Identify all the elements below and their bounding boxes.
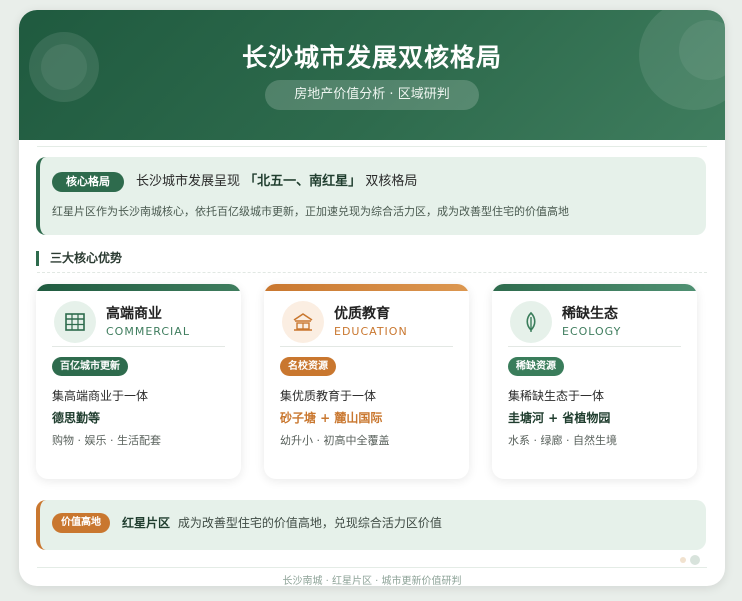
feature-detail: 水系 · 绿廊 · 自然生境 (508, 434, 617, 447)
feature-title: 稀缺生态 (562, 306, 618, 322)
core-tag: 核心格局 (52, 172, 124, 192)
feature-tag: 稀缺资源 (508, 357, 564, 376)
feature-detail: 购物 · 娱乐 · 生活配套 (52, 434, 161, 447)
school-icon (282, 301, 324, 343)
feature-line: 集高端商业于一体 (52, 389, 149, 403)
feature-card-commercial: 高端商业 COMMERCIAL 百亿城市更新 集高端商业于一体 德思勤等 购物 … (36, 284, 241, 479)
leaf-icon (510, 301, 552, 343)
feature-tag: 名校资源 (280, 357, 336, 376)
feature-subtitle: ECOLOGY (562, 325, 622, 338)
value-highlight-box: 价值高地 红星片区 成为改善型住宅的价值高地，兑现综合活力区价值 (36, 500, 706, 550)
value-statement: 红星片区 成为改善型住宅的价值高地，兑现综合活力区价值 (122, 513, 442, 533)
feature-card-education: 优质教育 EDUCATION 名校资源 集优质教育于一体 砂子塘 + 麓山国际 … (264, 284, 469, 479)
card-top-stripe (36, 284, 241, 291)
feature-line: 集稀缺生态于一体 (508, 389, 605, 403)
page-subtitle: 房地产价值分析 · 区域研判 (265, 80, 479, 110)
feature-tag: 百亿城市更新 (52, 357, 128, 376)
section-title: 三大核心优势 (50, 251, 123, 265)
feature-line: 集优质教育于一体 (280, 389, 377, 403)
feature-subtitle: COMMERCIAL (106, 325, 190, 338)
core-text-highlight: 「北五一、南红星」 (244, 174, 362, 189)
footer-text: 长沙南城 · 红星片区 · 城市更新价值研判 (282, 576, 462, 586)
core-text-prefix: 长沙城市发展呈现 (136, 174, 241, 189)
header-banner: 长沙城市发展双核格局 房地产价值分析 · 区域研判 (19, 10, 725, 140)
page-dot (680, 557, 686, 563)
page-title: 长沙城市发展双核格局 (241, 43, 502, 72)
section-marker (36, 251, 39, 266)
core-text-suffix: 双核格局 (365, 174, 418, 189)
divider (37, 567, 707, 568)
core-pattern-box: 核心格局 长沙城市发展呈现 「北五一、南红星」 双核格局 红星片区作为长沙南城核… (36, 157, 706, 235)
feature-detail: 幼升小 · 初高中全覆盖 (280, 434, 390, 447)
card-top-stripe (264, 284, 469, 291)
core-description: 红星片区作为长沙南城核心，依托百亿级城市更新，正加速兑现为综合活力区，成为改善型… (52, 205, 569, 218)
feature-card-ecology: 稀缺生态 ECOLOGY 稀缺资源 集稀缺生态于一体 圭塘河 + 省植物园 水系… (492, 284, 697, 479)
dashed-divider (37, 272, 707, 273)
page-dot (690, 555, 700, 565)
feature-title: 高端商业 (106, 306, 162, 322)
feature-subtitle: EDUCATION (334, 325, 408, 338)
building-icon (54, 301, 96, 343)
card-top-stripe (492, 284, 697, 291)
main-card: 长沙城市发展双核格局 房地产价值分析 · 区域研判 核心格局 长沙城市发展呈现 … (19, 10, 725, 586)
feature-highlight: 圭塘河 + 省植物园 (508, 411, 611, 425)
value-highlight: 红星片区 (122, 516, 171, 530)
feature-highlight: 德思勤等 (52, 411, 101, 425)
divider (508, 346, 681, 347)
divider (37, 146, 707, 147)
core-statement: 长沙城市发展呈现 「北五一、南红星」 双核格局 (136, 172, 417, 192)
divider (280, 346, 453, 347)
feature-highlight: 砂子塘 + 麓山国际 (280, 411, 383, 425)
feature-title: 优质教育 (334, 306, 390, 322)
value-text: 成为改善型住宅的价值高地，兑现综合活力区价值 (177, 516, 442, 530)
divider (52, 346, 225, 347)
value-tag: 价值高地 (52, 513, 110, 533)
